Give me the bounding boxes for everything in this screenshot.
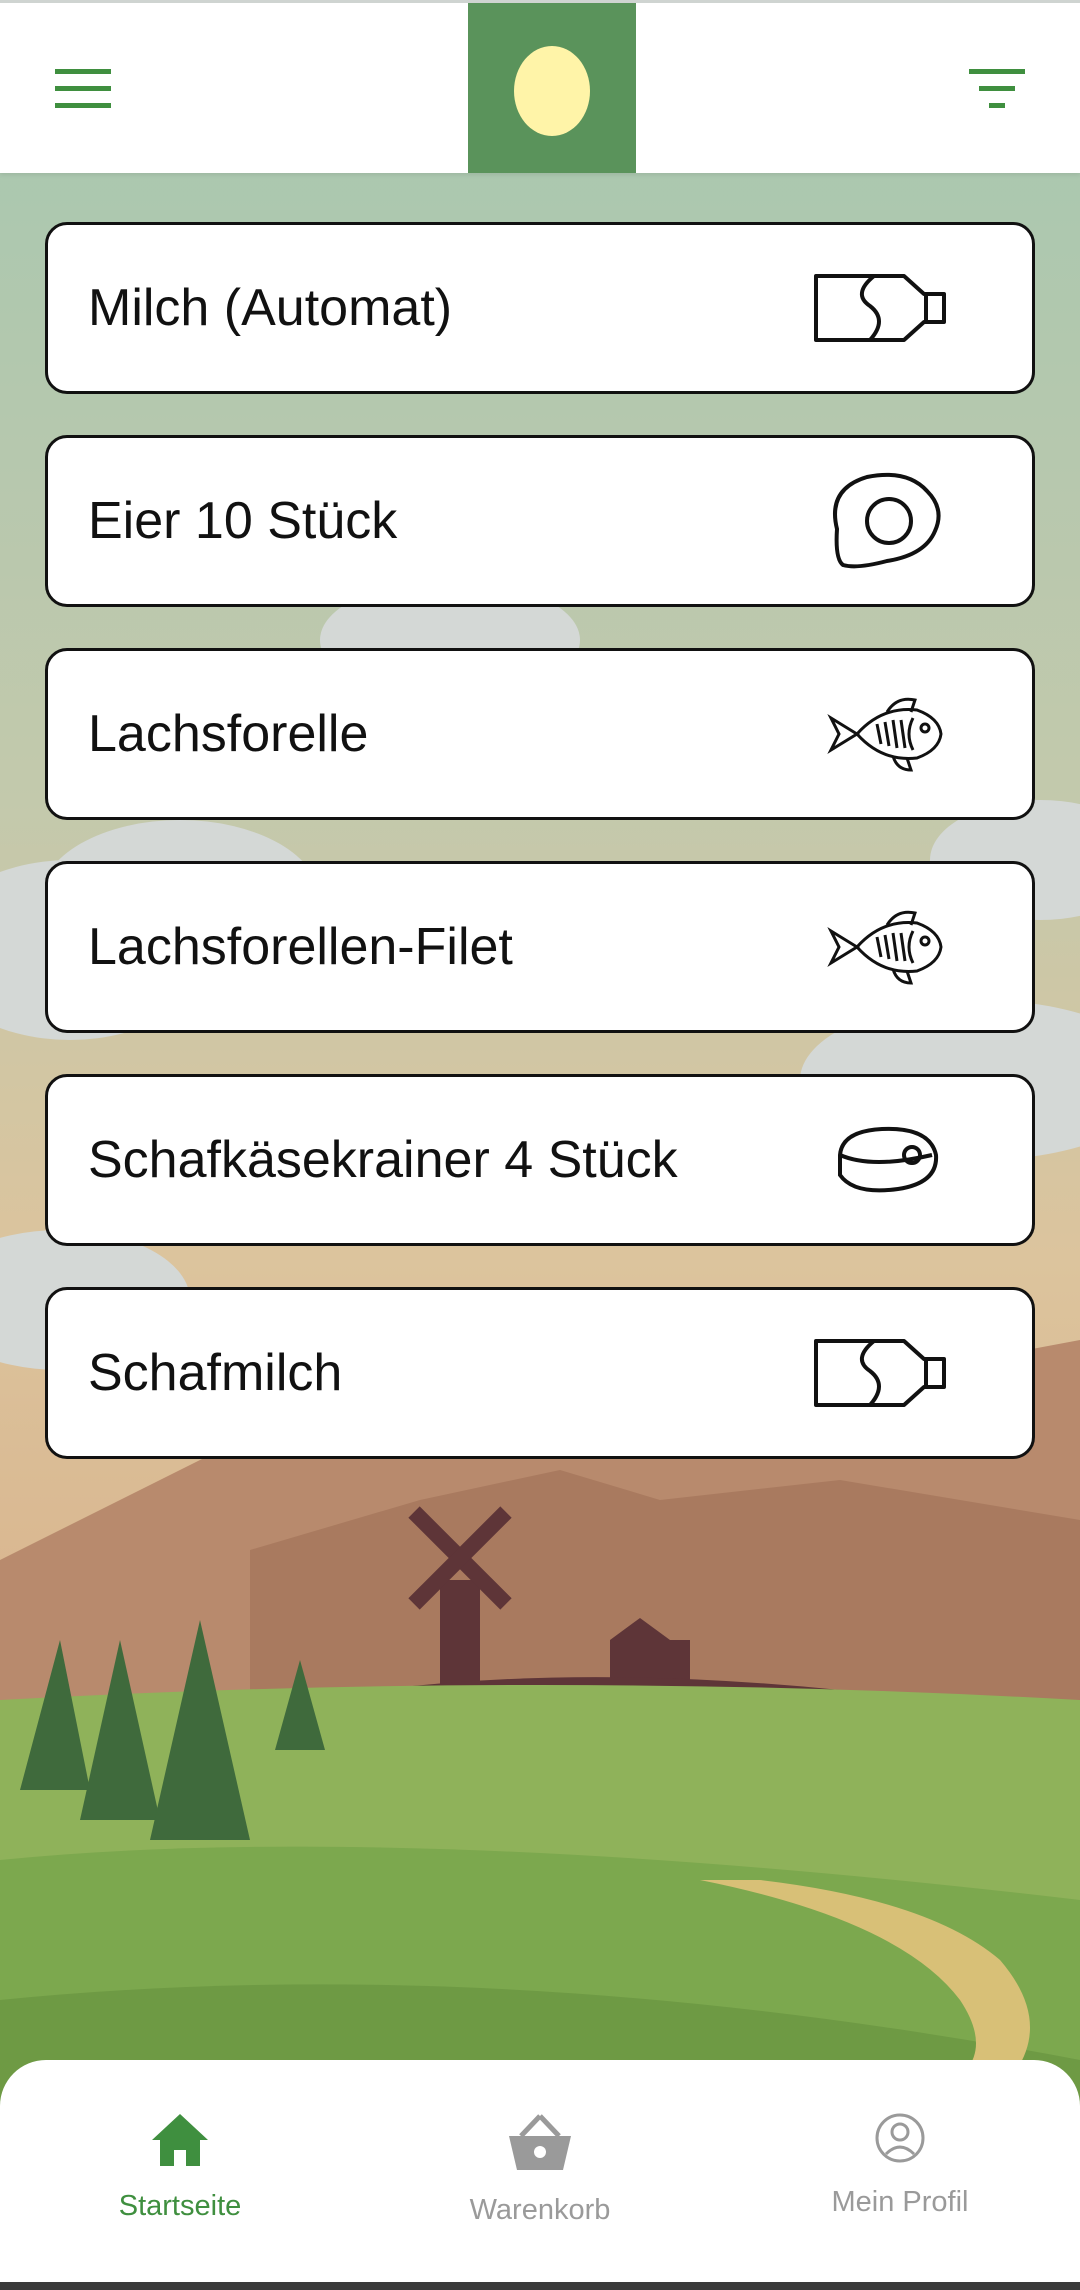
bottom-navigation: Startseite Warenkorb Mein Profil <box>0 2060 1080 2290</box>
nav-home[interactable]: Startseite <box>30 2060 330 2290</box>
milk-bottle-icon <box>812 253 962 363</box>
product-card-schafmilch[interactable]: Schafmilch <box>45 1287 1035 1459</box>
filter-button[interactable] <box>954 51 1040 127</box>
egg-icon <box>514 46 590 136</box>
product-label: Schafkäsekrainer 4 Stück <box>88 1131 678 1189</box>
nav-home-label: Startseite <box>118 2190 242 2222</box>
product-card-schafkaesekrainer[interactable]: Schafkäsekrainer 4 Stück <box>45 1074 1035 1246</box>
nav-profile-label: Mein Profil <box>831 2186 969 2218</box>
hamburger-menu-icon <box>55 69 111 108</box>
logo[interactable] <box>468 3 636 173</box>
fish-icon <box>812 679 962 789</box>
product-label: Lachsforelle <box>88 705 369 763</box>
product-label: Lachsforellen-Filet <box>88 918 513 976</box>
product-card-lachsforellen-filet[interactable]: Lachsforellen-Filet <box>45 861 1035 1033</box>
product-label: Eier 10 Stück <box>88 492 398 550</box>
menu-button[interactable] <box>40 51 126 127</box>
system-gesture-bar <box>0 2282 1080 2290</box>
profile-icon <box>875 2113 925 2163</box>
product-label: Schafmilch <box>88 1344 343 1402</box>
product-label: Milch (Automat) <box>88 279 453 337</box>
product-card-eier[interactable]: Eier 10 Stück <box>45 435 1035 607</box>
milk-bottle-icon <box>812 1318 962 1428</box>
meat-icon <box>812 1105 962 1215</box>
fried-egg-icon <box>812 466 962 576</box>
product-card-lachsforelle[interactable]: Lachsforelle <box>45 648 1035 820</box>
nav-cart-label: Warenkorb <box>469 2194 611 2226</box>
product-list: Milch (Automat) Eier 10 Stück Lachsforel… <box>45 222 1035 1500</box>
nav-profile[interactable]: Mein Profil <box>750 2060 1050 2290</box>
top-app-bar <box>0 0 1080 173</box>
fish-icon <box>812 892 962 1002</box>
basket-icon <box>509 2114 571 2170</box>
filter-icon <box>969 69 1025 108</box>
nav-cart[interactable]: Warenkorb <box>390 2060 690 2290</box>
home-icon <box>152 2114 208 2166</box>
product-card-milch-automat[interactable]: Milch (Automat) <box>45 222 1035 394</box>
